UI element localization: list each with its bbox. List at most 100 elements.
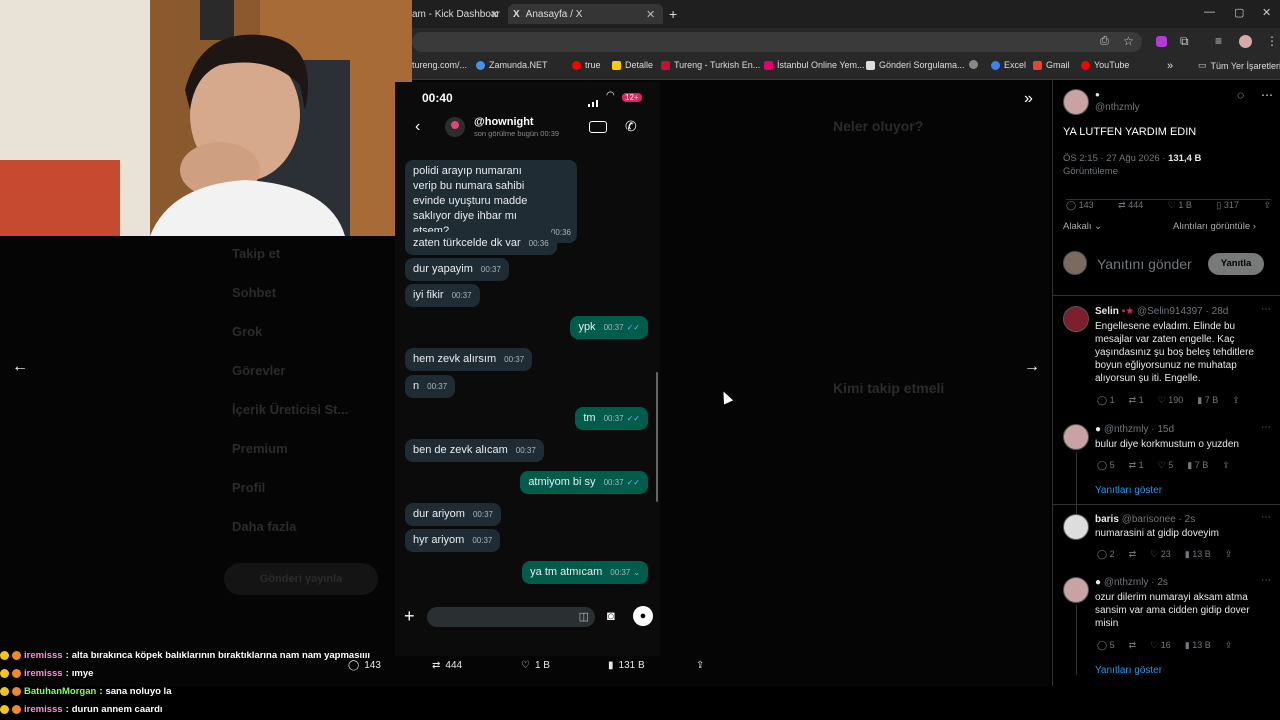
share-icon[interactable]: ⇪ (1263, 200, 1271, 211)
tab-close-icon[interactable]: ✕ (490, 4, 499, 24)
reply-avatar[interactable] (1063, 424, 1089, 450)
show-replies-link[interactable]: Yanıtları göster (1095, 665, 1162, 676)
maximize-icon[interactable]: ▢ (1234, 6, 1244, 19)
repost-stat[interactable]: ⇄ 1 (1129, 460, 1144, 471)
sticker-icon[interactable]: ◫ (579, 610, 589, 623)
share-icon[interactable]: ⇪ (1225, 549, 1233, 560)
reply-input[interactable]: Yanıtını gönder (1097, 256, 1192, 272)
reply-handle[interactable]: @nthzmly · 15d (1104, 424, 1174, 435)
sort-dropdown[interactable]: Alakalı ⌄ (1063, 221, 1102, 232)
views-action[interactable]: ▮ 131 B (608, 660, 645, 671)
more-options-icon[interactable]: ⋯ (1261, 88, 1273, 102)
menu-icon[interactable]: ⋮ (1266, 34, 1278, 48)
bookmark-item[interactable]: true (572, 60, 601, 70)
phone-call-icon[interactable]: ✆ (625, 118, 637, 135)
microphone-icon[interactable]: ● (633, 606, 653, 626)
reply-avatar[interactable] (1063, 306, 1089, 332)
tab-x-home[interactable]: X Anasayfa / X (508, 4, 663, 24)
chat-message: BatuhanMorgan: sana noluyo la (0, 682, 420, 700)
media-icon[interactable]: ≡ (1215, 34, 1222, 48)
address-bar[interactable] (412, 32, 1142, 52)
bookmarks-folder[interactable]: ▭ Tüm Yer İşaretleri (1198, 60, 1280, 71)
bookmark-item[interactable]: İstanbul Online Yem... (764, 60, 865, 70)
more-options-icon[interactable]: ⋯ (1261, 575, 1271, 586)
thread-line (1076, 452, 1077, 518)
video-call-icon[interactable] (589, 121, 607, 133)
add-attachment-icon[interactable]: + (404, 606, 415, 627)
close-window-icon[interactable]: ✕ (1262, 6, 1271, 19)
profile-avatar-icon[interactable] (1239, 35, 1252, 48)
view-quotes-link[interactable]: Alıntıları görüntüle › (1173, 221, 1256, 232)
repost-action[interactable]: ⇄ 444 (432, 660, 462, 671)
share-icon[interactable]: ⇪ (1222, 460, 1230, 471)
reply-stat[interactable]: ◯ 2 (1097, 549, 1115, 560)
collapse-icon[interactable]: » (1024, 90, 1033, 108)
reply-author-name[interactable]: Selin (1095, 306, 1119, 317)
repost-stat[interactable]: ⇄ 444 (1118, 200, 1143, 211)
reply-handle[interactable]: @Selin914397 · 28d (1137, 306, 1228, 317)
minimize-icon[interactable]: — (1204, 6, 1215, 18)
puzzle-icon[interactable]: ⧉ (1180, 34, 1189, 49)
bookmark-stat[interactable]: ▯ 317 (1216, 200, 1238, 211)
like-stat[interactable]: ♡ 16 (1150, 640, 1171, 651)
install-icon[interactable]: ⎙ (1100, 35, 1109, 48)
repost-stat[interactable]: ⇄ 1 (1129, 395, 1144, 406)
bookmark-item[interactable]: YouTube (1081, 60, 1129, 70)
more-options-icon[interactable]: ⋯ (1261, 304, 1271, 315)
bookmark-item[interactable]: Excel (991, 60, 1026, 70)
share-icon[interactable]: ⇪ (1225, 640, 1233, 651)
camera-icon[interactable]: ◙ (607, 608, 615, 623)
bookmark-item[interactable]: tureng.com/... (412, 60, 467, 70)
bookmark-item[interactable]: Detalle (612, 60, 653, 70)
share-icon[interactable]: ⇪ (1232, 395, 1240, 406)
message-input[interactable]: ◫ (427, 607, 595, 627)
like-stat[interactable]: ♡ 190 (1158, 395, 1184, 406)
repost-stat[interactable]: ⇄ (1129, 640, 1137, 651)
more-options-icon[interactable]: ⋯ (1261, 422, 1271, 433)
like-count: 1 B (1178, 200, 1192, 210)
repost-stat[interactable]: ⇄ (1129, 549, 1137, 560)
reply-stat[interactable]: ◯ 5 (1097, 640, 1115, 651)
bg-nav-item: İçerik Üreticisi St... (232, 402, 349, 417)
bookmark-item[interactable]: Tureng - Turkish En... (661, 60, 760, 70)
reply-avatar[interactable] (1063, 514, 1089, 540)
star-icon[interactable]: ☆ (1123, 34, 1134, 48)
prev-arrow-icon[interactable]: ← (12, 358, 28, 376)
back-arrow-icon[interactable]: ‹ (415, 118, 420, 136)
reply-avatar[interactable] (1063, 577, 1089, 603)
views-stat[interactable]: ▮ 13 B (1185, 549, 1211, 560)
author-avatar[interactable] (1063, 89, 1089, 115)
reply-author-name[interactable]: baris (1095, 514, 1119, 525)
more-bookmarks-icon[interactable]: » (1167, 60, 1173, 72)
reply-handle[interactable]: @nthzmly · 2s (1104, 577, 1168, 588)
bookmark-item[interactable]: Gmail (1033, 60, 1070, 70)
share-icon[interactable]: ⇪ (696, 660, 704, 671)
views-stat[interactable]: ▮ 7 B (1197, 395, 1218, 406)
new-tab-icon[interactable]: + (669, 4, 677, 24)
views-stat[interactable]: ▮ 7 B (1187, 460, 1208, 471)
reply-button[interactable]: Yanıtla (1208, 253, 1264, 275)
like-stat[interactable]: ♡ 1 B (1168, 200, 1192, 211)
post-date: ÖS 2:15 · 27 Ağu 2026 · (1063, 153, 1169, 164)
views-stat[interactable]: ▮ 13 B (1185, 640, 1211, 651)
reply-count: 1 (1109, 395, 1115, 405)
extension-icon[interactable] (1156, 36, 1167, 47)
grok-icon[interactable]: ◌ (1237, 88, 1244, 102)
reply-handle[interactable]: @barisonee · 2s (1122, 514, 1196, 525)
bookmark-item[interactable]: Gönderi Sorgulama... (866, 60, 965, 70)
phone-scrollbar[interactable] (656, 372, 658, 502)
badge-icon (0, 686, 9, 696)
more-options-icon[interactable]: ⋯ (1261, 512, 1271, 523)
reply-stat[interactable]: ◯ 143 (1066, 200, 1094, 211)
tab-close-icon[interactable]: ✕ (646, 4, 655, 24)
like-action[interactable]: ♡ 1 B (521, 660, 550, 671)
reply-stat[interactable]: ◯ 1 (1097, 395, 1115, 406)
like-stat[interactable]: ♡ 23 (1150, 549, 1171, 560)
next-arrow-icon[interactable]: → (1024, 358, 1040, 376)
reply-stat[interactable]: ◯ 5 (1097, 460, 1115, 471)
author-handle[interactable]: @nthzmly (1095, 102, 1140, 113)
like-stat[interactable]: ♡ 5 (1158, 460, 1174, 471)
show-replies-link[interactable]: Yanıtları göster (1095, 485, 1162, 496)
bookmark-item[interactable] (969, 60, 978, 69)
bookmark-item[interactable]: Zamunda.NET (476, 60, 548, 70)
